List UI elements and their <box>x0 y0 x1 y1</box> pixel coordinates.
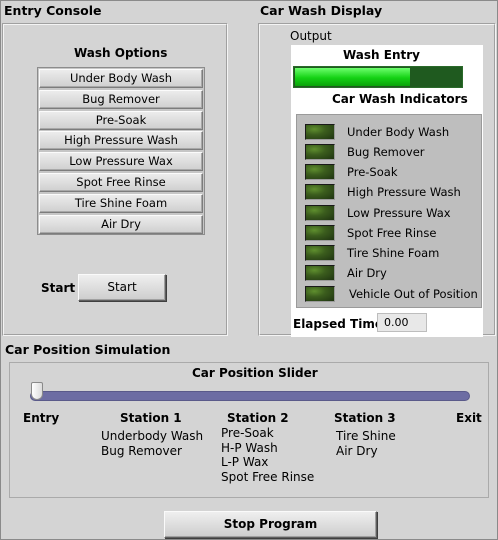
indicator-label: Air Dry <box>347 266 387 280</box>
led-icon <box>305 205 335 221</box>
elapsed-time-value: 0.00 <box>377 313 427 332</box>
entry-console-title: Entry Console <box>4 3 102 18</box>
option-tire-shine-foam[interactable]: Tire Shine Foam <box>39 193 203 213</box>
indicator-label: Pre-Soak <box>347 165 398 179</box>
indicator-label: High Pressure Wash <box>347 185 461 199</box>
option-bug-remover[interactable]: Bug Remover <box>39 89 203 109</box>
car-wash-display-title: Car Wash Display <box>260 3 383 18</box>
indicator-vehicle-out-of-position: Vehicle Out of Position <box>297 284 483 304</box>
station-2-item: Spot Free Rinse <box>221 469 315 484</box>
indicator-label: Tire Shine Foam <box>347 246 440 260</box>
tick-station-3: Station 3 <box>334 411 396 425</box>
wash-entry-progress-fill <box>295 68 410 86</box>
indicators-panel: Under Body Wash Bug Remover Pre-Soak Hig… <box>296 114 482 308</box>
station-3-item: Tire Shine <box>336 429 396 443</box>
tick-entry: Entry <box>23 411 60 425</box>
output-label: Output <box>290 29 332 43</box>
indicator-label: Spot Free Rinse <box>347 226 437 240</box>
car-position-simulation-title: Car Position Simulation <box>5 342 171 357</box>
indicator-under-body-wash: Under Body Wash <box>297 122 483 142</box>
car-position-slider-track[interactable] <box>30 391 470 401</box>
indicator-label: Low Pressure Wax <box>347 206 451 220</box>
led-icon <box>305 225 335 241</box>
indicator-high-pressure-wash: High Pressure Wash <box>297 182 483 202</box>
indicator-tire-shine-foam: Tire Shine Foam <box>297 243 483 263</box>
elapsed-time-label: Elapsed Time <box>293 317 383 331</box>
station-2-item: H-P Wash <box>221 440 278 455</box>
station-2-item: L-P Wax <box>221 455 269 469</box>
led-icon <box>305 144 335 160</box>
tick-exit: Exit <box>456 411 482 425</box>
station-3-items: Tire Shine Air Dry <box>336 429 396 458</box>
led-icon <box>305 164 335 180</box>
start-button[interactable]: Start <box>78 274 166 301</box>
start-label: Start <box>41 281 76 295</box>
wash-entry-progress-bar <box>293 66 463 88</box>
indicator-spot-free-rinse: Spot Free Rinse <box>297 223 483 243</box>
station-1-items: Underbody Wash Bug Remover <box>101 429 203 458</box>
car-wash-indicators-title: Car Wash Indicators <box>332 92 468 106</box>
stop-program-button[interactable]: Stop Program <box>164 511 377 538</box>
wash-options-title: Wash Options <box>74 46 168 60</box>
option-air-dry[interactable]: Air Dry <box>39 214 203 234</box>
station-3-item: Air Dry <box>336 443 378 458</box>
indicator-pre-soak: Pre-Soak <box>297 162 483 182</box>
wash-entry-label: Wash Entry <box>343 48 420 62</box>
wash-options-list: Under Body Wash Bug Remover Pre-Soak Hig… <box>37 67 205 235</box>
station-1-item: Bug Remover <box>101 443 182 458</box>
station-2-items: Pre-Soak H-P Wash L-P Wax Spot Free Rins… <box>221 426 314 484</box>
indicator-label: Bug Remover <box>347 145 425 159</box>
option-high-pressure-wash[interactable]: High Pressure Wash <box>39 131 203 151</box>
option-low-pressure-wax[interactable]: Low Pressure Wax <box>39 152 203 172</box>
car-position-slider-thumb[interactable] <box>31 382 43 400</box>
indicator-bug-remover: Bug Remover <box>297 142 483 162</box>
station-1-item: Underbody Wash <box>101 429 204 443</box>
option-spot-free-rinse[interactable]: Spot Free Rinse <box>39 172 203 192</box>
car-position-slider-label: Car Position Slider <box>192 366 318 380</box>
indicator-label: Under Body Wash <box>347 125 450 139</box>
led-icon <box>305 265 335 281</box>
led-icon <box>305 245 335 261</box>
indicator-air-dry: Air Dry <box>297 263 483 283</box>
tick-station-1: Station 1 <box>120 411 182 425</box>
led-icon <box>305 286 335 302</box>
led-icon <box>305 124 335 140</box>
led-icon <box>305 184 335 200</box>
station-2-item: Pre-Soak <box>221 426 274 440</box>
option-under-body-wash[interactable]: Under Body Wash <box>39 69 203 88</box>
tick-station-2: Station 2 <box>227 411 289 425</box>
indicator-label: Vehicle Out of Position <box>349 287 478 301</box>
option-pre-soak[interactable]: Pre-Soak <box>39 110 203 130</box>
indicator-low-pressure-wax: Low Pressure Wax <box>297 203 483 223</box>
